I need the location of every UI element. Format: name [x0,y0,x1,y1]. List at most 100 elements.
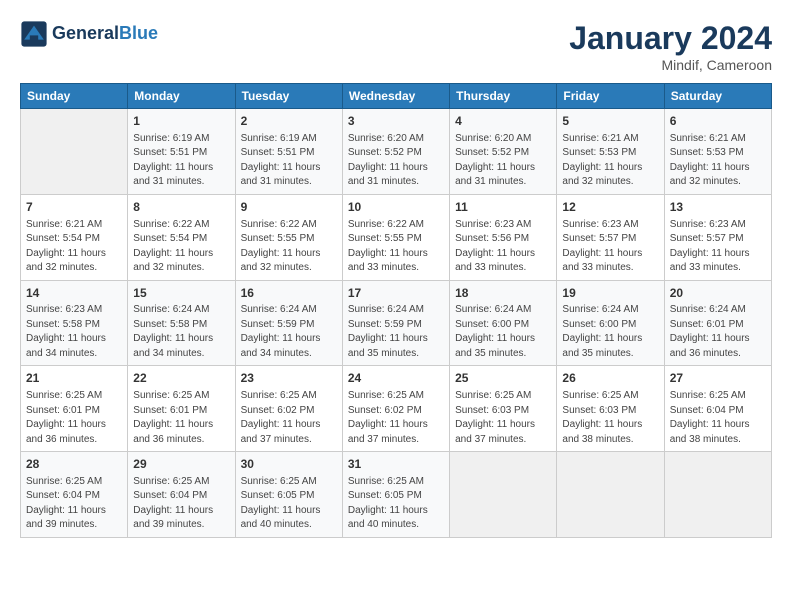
day-number: 19 [562,285,658,302]
day-info: Sunrise: 6:23 AM Sunset: 5:56 PM Dayligh… [455,218,551,276]
weekday-saturday: Saturday [664,84,771,109]
day-info: Sunrise: 6:21 AM Sunset: 5:53 PM Dayligh… [562,132,658,190]
weekday-wednesday: Wednesday [342,84,449,109]
day-number: 25 [455,370,551,387]
day-number: 6 [670,113,766,130]
day-number: 3 [348,113,444,130]
day-info: Sunrise: 6:25 AM Sunset: 6:01 PM Dayligh… [26,389,122,447]
day-cell: 28 Sunrise: 6:25 AM Sunset: 6:04 PM Dayli… [21,452,128,538]
day-number: 21 [26,370,122,387]
day-cell: 19Sunrise: 6:24 AM Sunset: 6:00 PM Dayli… [557,280,664,366]
week-row-2: 7 Sunrise: 6:21 AM Sunset: 5:54 PM Daylig… [21,194,772,280]
day-number: 13 [670,199,766,216]
day-info: Sunrise: 6:24 AM Sunset: 5:58 PM Dayligh… [133,303,229,361]
day-number: 4 [455,113,551,130]
day-info: Sunrise: 6:22 AM Sunset: 5:55 PM Dayligh… [348,218,444,276]
day-cell: 26 Sunrise: 6:25 AM Sunset: 6:03 PM Dayli… [557,366,664,452]
day-number: 24 [348,370,444,387]
day-cell: 16Sunrise: 6:24 AM Sunset: 5:59 PM Dayli… [235,280,342,366]
day-cell: 10 Sunrise: 6:22 AM Sunset: 5:55 PM Dayli… [342,194,449,280]
day-cell: 29 Sunrise: 6:25 AM Sunset: 6:04 PM Dayli… [128,452,235,538]
page-header: GeneralBlue January 2024 Mindif, Cameroo… [20,20,772,73]
weekday-thursday: Thursday [450,84,557,109]
day-cell: 20Sunrise: 6:24 AM Sunset: 6:01 PM Dayli… [664,280,771,366]
day-number: 29 [133,456,229,473]
day-info: Sunrise: 6:22 AM Sunset: 5:55 PM Dayligh… [241,218,337,276]
day-cell: 17Sunrise: 6:24 AM Sunset: 5:59 PM Dayli… [342,280,449,366]
day-info: Sunrise: 6:23 AM Sunset: 5:58 PM Dayligh… [26,303,122,361]
day-number: 16 [241,285,337,302]
day-info: Sunrise: 6:24 AM Sunset: 6:00 PM Dayligh… [562,303,658,361]
day-info: Sunrise: 6:23 AM Sunset: 5:57 PM Dayligh… [562,218,658,276]
day-cell: 18Sunrise: 6:24 AM Sunset: 6:00 PM Dayli… [450,280,557,366]
day-number: 9 [241,199,337,216]
day-number: 28 [26,456,122,473]
day-number: 27 [670,370,766,387]
day-cell: 7 Sunrise: 6:21 AM Sunset: 5:54 PM Daylig… [21,194,128,280]
day-cell: 5Sunrise: 6:21 AM Sunset: 5:53 PM Daylig… [557,109,664,195]
day-info: Sunrise: 6:20 AM Sunset: 5:52 PM Dayligh… [348,132,444,190]
day-cell: 30 Sunrise: 6:25 AM Sunset: 6:05 PM Dayli… [235,452,342,538]
day-cell: 13 Sunrise: 6:23 AM Sunset: 5:57 PM Dayli… [664,194,771,280]
day-cell: 23 Sunrise: 6:25 AM Sunset: 6:02 PM Dayli… [235,366,342,452]
day-cell: 15Sunrise: 6:24 AM Sunset: 5:58 PM Dayli… [128,280,235,366]
day-cell [664,452,771,538]
day-info: Sunrise: 6:20 AM Sunset: 5:52 PM Dayligh… [455,132,551,190]
day-cell [21,109,128,195]
weekday-sunday: Sunday [21,84,128,109]
day-number: 1 [133,113,229,130]
day-info: Sunrise: 6:25 AM Sunset: 6:04 PM Dayligh… [670,389,766,447]
day-info: Sunrise: 6:22 AM Sunset: 5:54 PM Dayligh… [133,218,229,276]
day-info: Sunrise: 6:19 AM Sunset: 5:51 PM Dayligh… [241,132,337,190]
day-info: Sunrise: 6:25 AM Sunset: 6:02 PM Dayligh… [241,389,337,447]
day-cell: 3 Sunrise: 6:20 AM Sunset: 5:52 PM Daylig… [342,109,449,195]
day-cell: 1 Sunrise: 6:19 AM Sunset: 5:51 PM Daylig… [128,109,235,195]
day-cell: 2 Sunrise: 6:19 AM Sunset: 5:51 PM Daylig… [235,109,342,195]
day-info: Sunrise: 6:25 AM Sunset: 6:01 PM Dayligh… [133,389,229,447]
day-info: Sunrise: 6:21 AM Sunset: 5:53 PM Dayligh… [670,132,766,190]
day-info: Sunrise: 6:25 AM Sunset: 6:05 PM Dayligh… [348,475,444,533]
day-cell [450,452,557,538]
day-info: Sunrise: 6:24 AM Sunset: 6:00 PM Dayligh… [455,303,551,361]
day-number: 2 [241,113,337,130]
day-number: 18 [455,285,551,302]
day-cell: 31 Sunrise: 6:25 AM Sunset: 6:05 PM Dayli… [342,452,449,538]
day-info: Sunrise: 6:25 AM Sunset: 6:03 PM Dayligh… [562,389,658,447]
week-row-1: 1 Sunrise: 6:19 AM Sunset: 5:51 PM Daylig… [21,109,772,195]
day-number: 11 [455,199,551,216]
day-number: 23 [241,370,337,387]
weekday-friday: Friday [557,84,664,109]
day-number: 26 [562,370,658,387]
day-info: Sunrise: 6:21 AM Sunset: 5:54 PM Dayligh… [26,218,122,276]
day-number: 7 [26,199,122,216]
title-block: January 2024 Mindif, Cameroon [569,20,772,73]
calendar-body: 1 Sunrise: 6:19 AM Sunset: 5:51 PM Daylig… [21,109,772,538]
day-number: 30 [241,456,337,473]
weekday-tuesday: Tuesday [235,84,342,109]
day-number: 31 [348,456,444,473]
weekday-monday: Monday [128,84,235,109]
day-info: Sunrise: 6:19 AM Sunset: 5:51 PM Dayligh… [133,132,229,190]
day-info: Sunrise: 6:25 AM Sunset: 6:05 PM Dayligh… [241,475,337,533]
day-number: 8 [133,199,229,216]
day-info: Sunrise: 6:25 AM Sunset: 6:04 PM Dayligh… [26,475,122,533]
week-row-3: 14Sunrise: 6:23 AM Sunset: 5:58 PM Dayli… [21,280,772,366]
day-cell: 21 Sunrise: 6:25 AM Sunset: 6:01 PM Dayli… [21,366,128,452]
location: Mindif, Cameroon [569,57,772,73]
day-number: 12 [562,199,658,216]
day-cell [557,452,664,538]
week-row-4: 21 Sunrise: 6:25 AM Sunset: 6:01 PM Dayli… [21,366,772,452]
day-cell: 14Sunrise: 6:23 AM Sunset: 5:58 PM Dayli… [21,280,128,366]
day-cell: 11 Sunrise: 6:23 AM Sunset: 5:56 PM Dayli… [450,194,557,280]
logo-icon [20,20,48,48]
day-info: Sunrise: 6:25 AM Sunset: 6:04 PM Dayligh… [133,475,229,533]
day-number: 10 [348,199,444,216]
day-cell: 6 Sunrise: 6:21 AM Sunset: 5:53 PM Daylig… [664,109,771,195]
day-cell: 8 Sunrise: 6:22 AM Sunset: 5:54 PM Daylig… [128,194,235,280]
month-title: January 2024 [569,20,772,57]
logo: GeneralBlue [20,20,158,48]
day-info: Sunrise: 6:25 AM Sunset: 6:02 PM Dayligh… [348,389,444,447]
day-info: Sunrise: 6:23 AM Sunset: 5:57 PM Dayligh… [670,218,766,276]
day-cell: 25Sunrise: 6:25 AM Sunset: 6:03 PM Dayli… [450,366,557,452]
calendar-table: SundayMondayTuesdayWednesdayThursdayFrid… [20,83,772,538]
